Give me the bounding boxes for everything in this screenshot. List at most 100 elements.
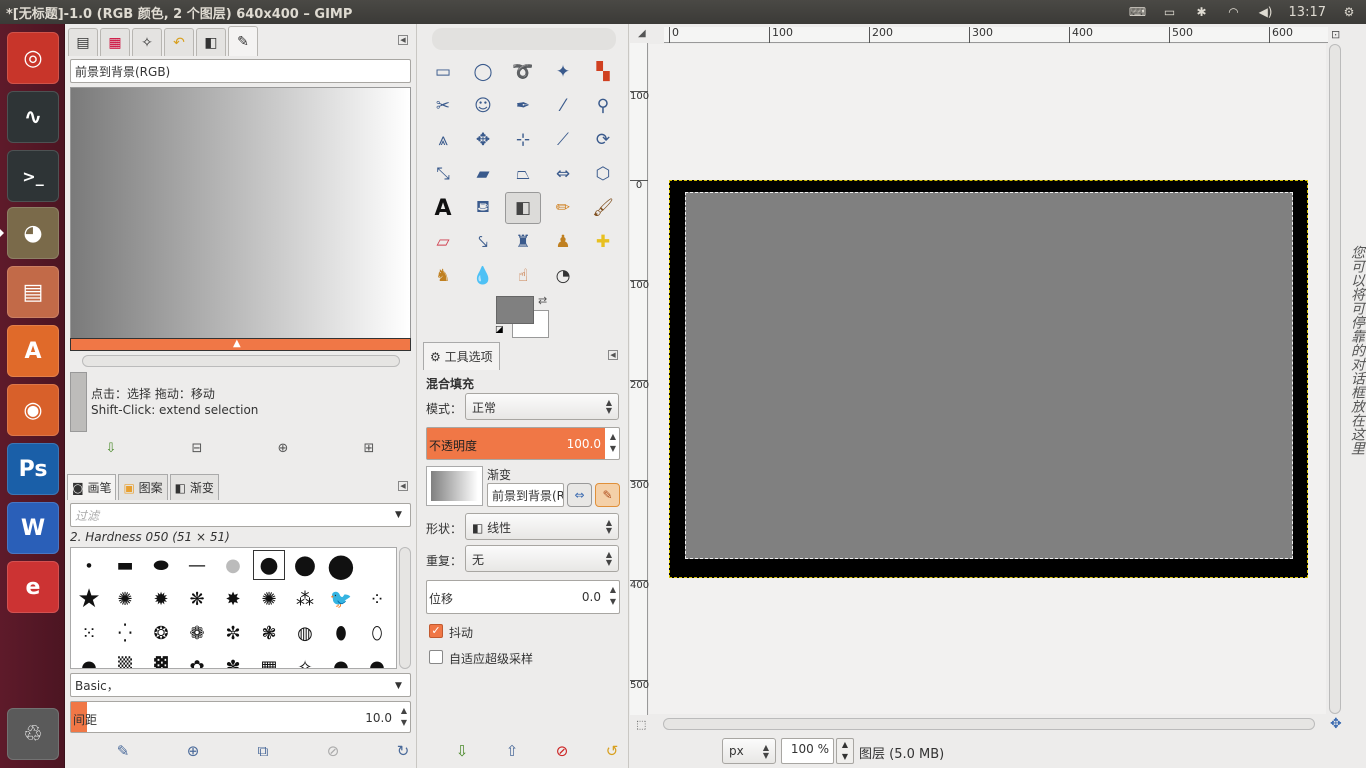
align-tool[interactable]: ⊹ bbox=[505, 124, 541, 156]
chevron-down-icon[interactable]: ▼ bbox=[395, 681, 402, 691]
brush-item[interactable]: ⁙ bbox=[71, 616, 107, 650]
mode-select[interactable]: 正常 ▲ ▼ bbox=[465, 393, 619, 420]
smudge-tool[interactable]: ☝ bbox=[505, 260, 541, 292]
brush-item[interactable]: ● bbox=[251, 548, 287, 582]
delete-options-icon[interactable]: ⊘ bbox=[537, 742, 587, 760]
brush-grid[interactable]: ● ▬ ⬬ — ● ● ● ● ★ ✺ ✹ ❋ ✸ ✺ ⁂ 🐦 ⁘ ⁙ ⁛ ❂ … bbox=[70, 547, 397, 669]
zoom-input[interactable]: 100 % bbox=[781, 738, 834, 764]
perspective-tool[interactable]: ⏢ bbox=[505, 158, 541, 190]
navigate-icon[interactable]: ✥ bbox=[1330, 716, 1342, 732]
brush-item[interactable]: ✸ bbox=[215, 582, 251, 616]
brush-item[interactable]: ⁘ bbox=[359, 582, 395, 616]
restore-options-icon[interactable]: ⇧ bbox=[487, 742, 537, 760]
quick-mask-corner-icon[interactable]: ◢ bbox=[638, 28, 646, 39]
volume-icon[interactable]: ◀) bbox=[1257, 5, 1275, 19]
repeat-select[interactable]: 无 ▲ ▼ bbox=[465, 545, 619, 572]
ellipse-select-tool[interactable]: ◯ bbox=[465, 56, 501, 88]
brush-item[interactable]: 🐦 bbox=[323, 582, 359, 616]
duplicate-brush-icon[interactable]: ⧉ bbox=[228, 742, 298, 760]
unit-select[interactable]: px ▲ ▼ bbox=[722, 738, 776, 764]
gimp-icon[interactable]: ◕ bbox=[0, 207, 59, 259]
paths-tool[interactable]: ✒ bbox=[505, 90, 541, 122]
terminal-icon[interactable]: >_ bbox=[7, 150, 59, 202]
vertical-ruler[interactable]: 100 0 100 200 300 400 500 bbox=[630, 43, 649, 715]
brush-item[interactable]: ◍ bbox=[287, 616, 323, 650]
text-tool[interactable]: A bbox=[425, 192, 461, 224]
brush-item[interactable]: ★ bbox=[71, 582, 107, 616]
tab-layers[interactable]: ▤ bbox=[68, 28, 98, 56]
gradient-name-field[interactable]: 前景到背景(RGB) bbox=[70, 59, 411, 83]
move-tool[interactable]: ✥ bbox=[465, 124, 501, 156]
color-select-tool[interactable]: ▚ bbox=[585, 56, 621, 88]
heal-tool[interactable]: ✚ bbox=[585, 226, 621, 258]
clock[interactable]: 13:17 bbox=[1289, 5, 1326, 20]
eraser-tool[interactable]: ▱ bbox=[425, 226, 461, 258]
tab-brushes[interactable]: ◙ 画笔 bbox=[67, 474, 117, 500]
paintbrush-tool[interactable]: 🖌 bbox=[585, 192, 621, 224]
zoom-in-button[interactable]: ⊕ bbox=[272, 438, 294, 458]
gear-icon[interactable]: ⚙ bbox=[1340, 5, 1358, 19]
battery-icon[interactable]: ▭ bbox=[1161, 5, 1179, 19]
swap-colors-icon[interactable]: ⇄ bbox=[538, 294, 547, 307]
clone-tool[interactable]: ♟ bbox=[545, 226, 581, 258]
files-icon[interactable]: ▤ bbox=[7, 266, 59, 318]
cage-tool[interactable]: ⬡ bbox=[585, 158, 621, 190]
brush-item[interactable]: ⬬ bbox=[143, 548, 179, 582]
default-colors-icon[interactable]: ◪ bbox=[495, 325, 504, 335]
system-monitor-icon[interactable]: ∿ bbox=[7, 91, 59, 143]
brushes-menu-icon[interactable]: ◀ bbox=[398, 481, 408, 491]
gradient-segment-bar[interactable]: ▲ bbox=[70, 338, 411, 351]
wilber-drop-area[interactable] bbox=[432, 28, 616, 50]
shape-select[interactable]: ◧ 线性 ▲ ▼ bbox=[465, 513, 619, 540]
ink-tool[interactable]: ♜ bbox=[505, 226, 541, 258]
horizontal-ruler[interactable]: 0 100 200 300 400 500 600 bbox=[664, 27, 1328, 43]
crop-tool[interactable]: ⟋ bbox=[545, 124, 581, 156]
brush-tag-field[interactable]: Basic， bbox=[70, 673, 411, 697]
spacing-spinner[interactable]: 间距 10.0 ▲ ▼ bbox=[70, 701, 411, 733]
tab-channels[interactable]: ▦ bbox=[100, 28, 130, 56]
bluetooth-icon[interactable]: ✱ bbox=[1193, 5, 1211, 19]
rect-select-tool[interactable]: ▭ bbox=[425, 56, 461, 88]
spin-arrows-icon[interactable]: ▲ ▼ bbox=[610, 431, 616, 455]
brush-item[interactable]: ⁂ bbox=[287, 582, 323, 616]
wifi-icon[interactable]: ◠ bbox=[1225, 5, 1243, 19]
rotate-tool[interactable]: ⟳ bbox=[585, 124, 621, 156]
new-brush-icon[interactable]: ⊕ bbox=[158, 742, 228, 760]
quick-mask-icon[interactable]: ⬚ bbox=[636, 718, 646, 731]
brush-vscrollbar[interactable] bbox=[399, 547, 411, 669]
spin-arrows-icon[interactable]: ▲ ▼ bbox=[401, 705, 407, 729]
gradient-preview[interactable] bbox=[70, 87, 411, 339]
offset-spinner[interactable]: 位移 0.0 ▲ ▼ bbox=[426, 580, 620, 614]
brush-item[interactable]: ▦ bbox=[251, 650, 287, 669]
zoom-out-button[interactable]: ⊟ bbox=[186, 438, 208, 458]
brush-item[interactable]: ▬ bbox=[107, 548, 143, 582]
delete-brush-icon[interactable]: ⊘ bbox=[298, 742, 368, 760]
brush-item[interactable]: ❁ bbox=[179, 616, 215, 650]
brush-item[interactable]: ✹ bbox=[143, 582, 179, 616]
brush-item[interactable]: — bbox=[179, 548, 215, 582]
airbrush-tool[interactable]: ⤥ bbox=[465, 226, 501, 258]
dodge-burn-tool[interactable]: ◔ bbox=[545, 260, 581, 292]
bucket-fill-tool[interactable]: ⛾ bbox=[465, 192, 501, 224]
photoshop-icon[interactable]: Ps bbox=[7, 443, 59, 495]
brush-item[interactable]: ❋ bbox=[179, 582, 215, 616]
blend-tool[interactable]: ◧ bbox=[505, 192, 541, 224]
brush-item[interactable]: ▒ bbox=[107, 650, 143, 669]
perspective-clone-tool[interactable]: ♞ bbox=[425, 260, 461, 292]
brush-item[interactable]: ⁛ bbox=[107, 616, 143, 650]
wps-writer-icon[interactable]: W bbox=[7, 502, 59, 554]
image-layer-fill[interactable] bbox=[685, 192, 1293, 559]
firefox-icon[interactable]: ◉ bbox=[7, 384, 59, 436]
tab-gradients[interactable]: ◧ 渐变 bbox=[169, 474, 219, 500]
trash-icon[interactable]: ♲ bbox=[7, 708, 59, 760]
midpoint-handle-icon[interactable]: ▲ bbox=[233, 338, 241, 349]
shear-tool[interactable]: ▰ bbox=[465, 158, 501, 190]
dither-checkbox[interactable]: ✓ bbox=[429, 624, 443, 638]
brush-item[interactable]: ● bbox=[323, 548, 359, 584]
zoom-spin-icon[interactable]: ▲ ▼ bbox=[836, 738, 854, 764]
brush-item[interactable]: ● bbox=[71, 650, 107, 669]
gradient-name-input[interactable]: 前景到背景(R bbox=[487, 483, 564, 507]
brush-item[interactable]: ● bbox=[323, 650, 359, 669]
ubuntu-home-icon[interactable]: ◎ bbox=[7, 32, 59, 84]
brush-item[interactable]: ✧ bbox=[287, 650, 323, 669]
